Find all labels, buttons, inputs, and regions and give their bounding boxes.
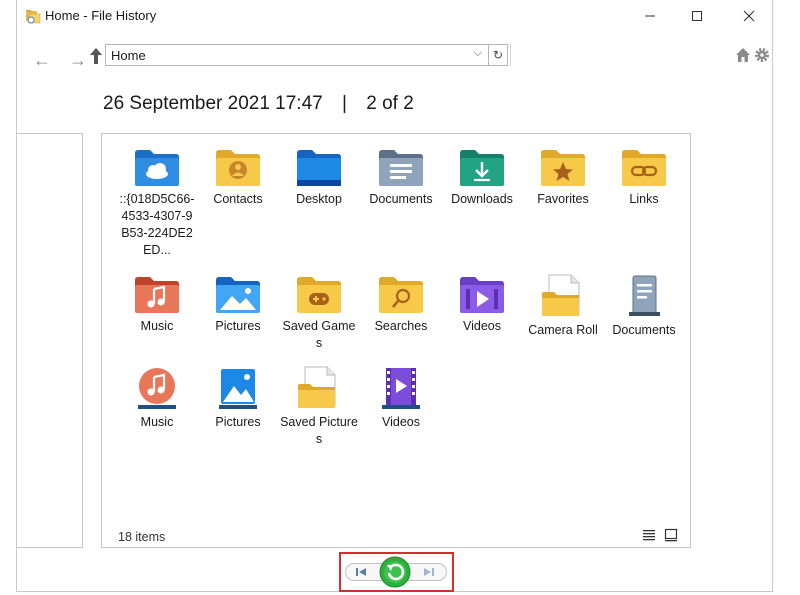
searches-folder-icon: [379, 277, 423, 313]
chevron-down-icon[interactable]: ⌵: [474, 47, 482, 60]
minimize-button[interactable]: [627, 0, 673, 32]
file-history-app-icon: [26, 10, 41, 24]
file-item[interactable]: Music: [118, 274, 196, 335]
close-icon: [743, 10, 755, 22]
music-library-icon: [138, 368, 176, 409]
next-version-icon[interactable]: [421, 565, 437, 579]
saved-games-folder-icon: [297, 277, 341, 313]
close-button[interactable]: [726, 0, 772, 32]
file-item[interactable]: Music: [118, 366, 196, 431]
backup-date: 26 September 2021 17:47: [103, 93, 323, 114]
up-arrow-icon[interactable]: [89, 47, 103, 65]
details-view-icon[interactable]: [642, 528, 656, 542]
toolbar-actions: [736, 48, 769, 62]
file-label: Saved Games: [282, 319, 356, 350]
file-item[interactable]: Pictures: [199, 274, 277, 335]
file-item[interactable]: Searches: [362, 274, 440, 335]
favorites-folder-icon: [541, 150, 585, 186]
camera-roll-folder-icon: [542, 274, 580, 316]
file-list-view[interactable]: ::{018D5C66-4533-4307-9B53-224DE2ED... C…: [101, 133, 691, 548]
forward-arrow-icon[interactable]: →: [69, 50, 87, 71]
gear-icon[interactable]: [755, 48, 769, 62]
refresh-button[interactable]: ↻: [488, 44, 508, 66]
toolbar-divider: [510, 44, 511, 66]
pictures-library-icon: [219, 369, 257, 409]
item-count: 18 items: [118, 530, 166, 544]
maximize-icon: [692, 11, 702, 21]
downloads-folder-icon: [460, 150, 504, 186]
minimize-icon: [645, 15, 655, 17]
videos-library-icon: [382, 368, 420, 409]
file-label: Links: [629, 192, 659, 206]
links-folder-icon: [622, 150, 666, 186]
file-label: Camera Roll: [528, 323, 598, 337]
refresh-icon: ↻: [492, 48, 504, 62]
file-item[interactable]: Documents: [362, 147, 440, 208]
music-folder-icon: [135, 277, 179, 313]
backup-page-indicator: 2 of 2: [366, 93, 414, 114]
file-item[interactable]: Pictures: [199, 366, 277, 431]
desktop-folder-icon: [297, 150, 341, 186]
navigation-pane[interactable]: [17, 133, 83, 548]
file-item[interactable]: Videos: [443, 274, 521, 335]
file-label: Saved Pictures: [280, 415, 358, 446]
contacts-folder-icon: [216, 150, 260, 186]
header-separator: |: [342, 93, 347, 114]
file-label: Videos: [463, 319, 501, 333]
address-text: Home: [111, 48, 146, 63]
file-label: Documents: [369, 192, 433, 206]
file-item[interactable]: ::{018D5C66-4533-4307-9B53-224DE2ED...: [118, 147, 196, 259]
file-item[interactable]: Favorites: [524, 147, 602, 208]
backup-date-header: 26 September 2021 17:47 | 2 of 2: [103, 93, 414, 115]
file-label: Searches: [374, 319, 428, 333]
videos-folder-icon: [460, 277, 504, 313]
file-item[interactable]: Contacts: [199, 147, 277, 208]
back-arrow-icon[interactable]: ←: [33, 50, 51, 71]
file-label: Pictures: [215, 415, 261, 429]
file-label: Videos: [382, 415, 420, 429]
documents-folder-icon: [379, 150, 423, 186]
file-item[interactable]: Saved Pictures: [280, 366, 358, 448]
file-item[interactable]: Documents: [605, 274, 683, 339]
window-title: Home - File History: [45, 8, 157, 23]
file-item[interactable]: Downloads: [443, 147, 521, 208]
onedrive-folder-icon: [135, 150, 179, 186]
file-label: Contacts: [213, 192, 263, 206]
file-history-window: Home - File History ← → Home ⌵ ↻ 26 Sept…: [16, 0, 773, 592]
restore-icon[interactable]: [379, 556, 411, 588]
file-item[interactable]: Desktop: [280, 147, 358, 208]
file-label: Music: [140, 415, 174, 429]
file-label: Pictures: [215, 319, 261, 333]
file-item[interactable]: Camera Roll: [524, 274, 602, 339]
file-item[interactable]: Saved Games: [280, 274, 358, 352]
file-item[interactable]: Videos: [362, 366, 440, 431]
file-label: Downloads: [451, 192, 513, 206]
maximize-button[interactable]: [674, 0, 720, 32]
address-bar[interactable]: Home ⌵: [105, 44, 489, 66]
file-item[interactable]: Links: [605, 147, 683, 208]
file-label: Favorites: [537, 192, 589, 206]
large-icons-view-icon[interactable]: [664, 528, 678, 542]
file-label: Music: [140, 319, 174, 333]
pictures-folder-icon: [216, 277, 260, 313]
playback-controls: [17, 548, 772, 592]
documents-library-icon: [629, 275, 660, 316]
title-bar: Home - File History: [17, 0, 772, 32]
file-label: Documents: [612, 323, 676, 337]
file-label: ::{018D5C66-4533-4307-9B53-224DE2ED...: [119, 192, 195, 257]
file-label: Desktop: [296, 192, 342, 206]
saved-pictures-folder-icon: [298, 366, 336, 408]
home-icon[interactable]: [736, 48, 750, 62]
previous-version-icon[interactable]: [353, 565, 369, 579]
